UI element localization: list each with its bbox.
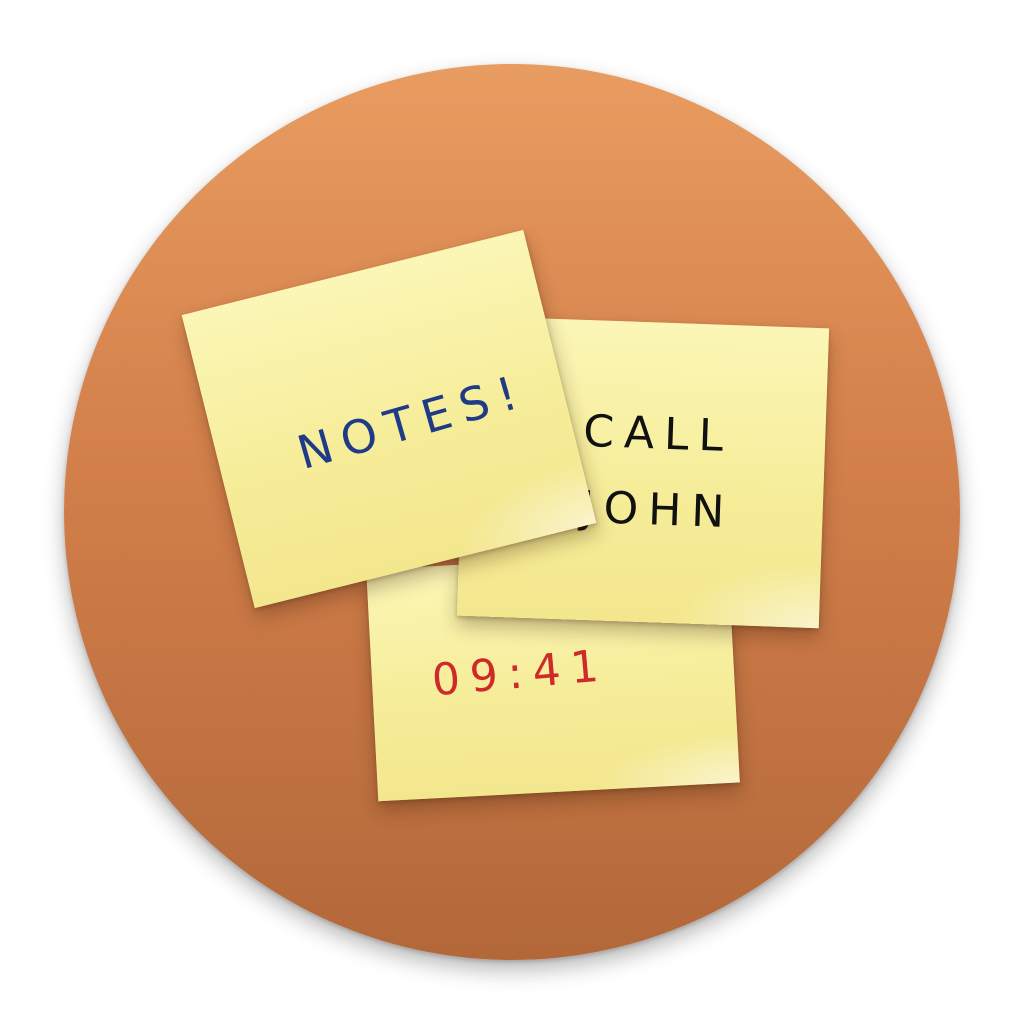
sticky-note-john-text: JOHN (579, 481, 736, 539)
sticky-note-notes-text: NOTES! (291, 363, 533, 480)
sticky-note-call-text: CALL (582, 405, 735, 463)
app-icon: 09:41 CALL JOHN NOTES! (0, 0, 1024, 1024)
sticky-note-time-text: 09:41 (429, 640, 611, 707)
